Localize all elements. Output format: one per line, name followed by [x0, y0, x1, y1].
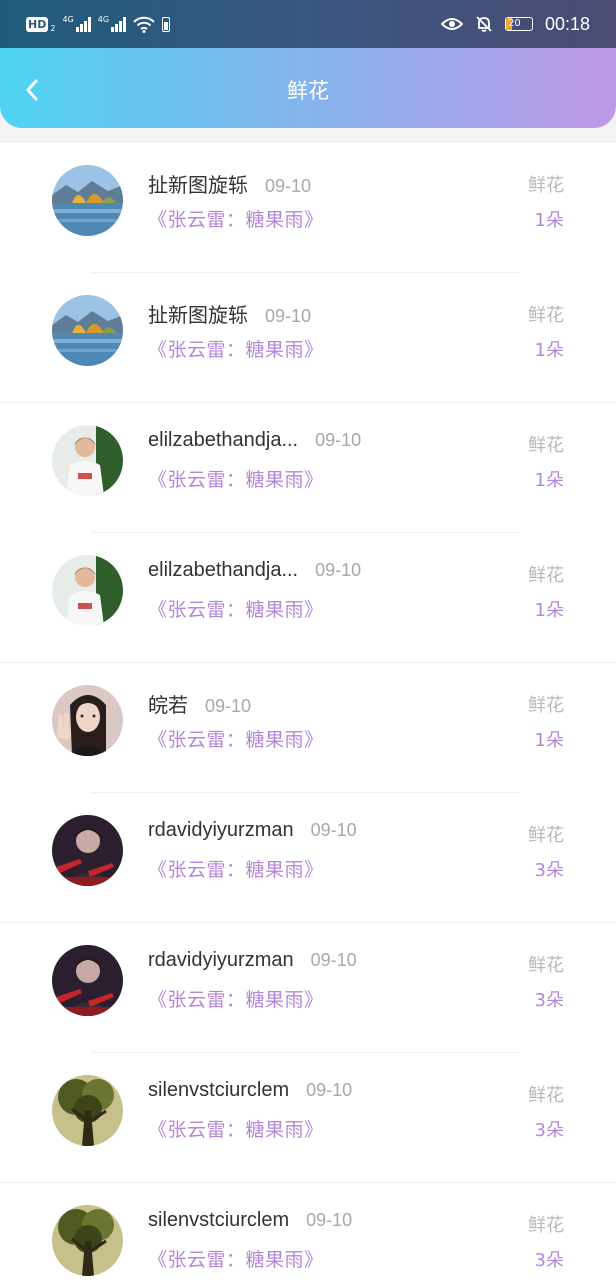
name-line: 扯新图旋轹 09-10: [148, 299, 311, 328]
gift-type-label: 鲜花: [528, 825, 564, 846]
gift-count: 3朵: [534, 1250, 564, 1271]
gift-type-label: 鲜花: [528, 565, 564, 586]
signal-icon: [75, 16, 91, 32]
eye-icon: [440, 18, 463, 30]
avatar[interactable]: [52, 945, 123, 1016]
gift-type-label: 鲜花: [528, 1215, 564, 1236]
gift-type-label: 鲜花: [528, 955, 564, 976]
list-item[interactable]: silenvstciurclem 09-10 《张云雷：糖果雨》 鲜花 3朵: [0, 1053, 616, 1183]
name-line: silenvstciurclem 09-10: [148, 1079, 352, 1102]
avatar[interactable]: [52, 685, 123, 756]
avatar[interactable]: [52, 1075, 123, 1146]
gift-count: 3朵: [534, 990, 564, 1011]
avatar[interactable]: [52, 425, 123, 496]
avatar[interactable]: [52, 815, 123, 886]
gift-count: 1朵: [534, 730, 564, 751]
list-item[interactable]: elilzabethandja... 09-10 《张云雷：糖果雨》 鲜花 1朵: [0, 533, 616, 663]
list-item[interactable]: rdavidyiyurzman 09-10 《张云雷：糖果雨》 鲜花 3朵: [0, 793, 616, 923]
clock: 00:18: [544, 13, 590, 34]
gift-count: 3朵: [534, 1120, 564, 1141]
book-title[interactable]: 《张云雷：糖果雨》: [148, 335, 324, 362]
gift-type-label: 鲜花: [528, 695, 564, 716]
list-item[interactable]: elilzabethandja... 09-10 《张云雷：糖果雨》 鲜花 1朵: [0, 403, 616, 533]
username[interactable]: silenvstciurclem: [148, 1079, 289, 1102]
battery-icon: 20: [504, 17, 533, 31]
gift-count: 3朵: [534, 860, 564, 881]
username[interactable]: rdavidyiyurzman: [148, 819, 294, 842]
book-title[interactable]: 《张云雷：糖果雨》: [148, 465, 324, 492]
name-line: rdavidyiyurzman 09-10: [148, 949, 357, 972]
book-title[interactable]: 《张云雷：糖果雨》: [148, 725, 324, 752]
list-item[interactable]: rdavidyiyurzman 09-10 《张云雷：糖果雨》 鲜花 3朵: [0, 923, 616, 1053]
name-line: rdavidyiyurzman 09-10: [148, 819, 357, 842]
book-title[interactable]: 《张云雷：糖果雨》: [148, 1115, 324, 1142]
book-title[interactable]: 《张云雷：糖果雨》: [148, 985, 324, 1012]
username[interactable]: silenvstciurclem: [148, 1209, 289, 1232]
gift-count: 1朵: [534, 340, 564, 361]
battery-level: 20: [507, 18, 521, 29]
gift-date: 09-10: [315, 430, 362, 450]
list-item[interactable]: 皖若 09-10 《张云雷：糖果雨》 鲜花 1朵: [0, 663, 616, 793]
gift-count: 1朵: [534, 210, 564, 231]
username[interactable]: elilzabethandja...: [148, 429, 298, 452]
gift-date: 09-10: [310, 820, 357, 840]
nav-bar: 鲜花: [0, 48, 616, 128]
gift-date: 09-10: [310, 950, 357, 970]
gift-type-label: 鲜花: [528, 305, 564, 326]
gift-date: 09-10: [306, 1080, 353, 1100]
username[interactable]: 扯新图旋轹: [148, 169, 248, 198]
gift-date: 09-10: [315, 560, 362, 580]
username[interactable]: elilzabethandja...: [148, 559, 298, 582]
storage-icon: [162, 16, 171, 32]
gift-date: 09-10: [265, 176, 312, 196]
network-type-2: 4G: [97, 15, 110, 24]
gift-count: 1朵: [534, 470, 564, 491]
avatar[interactable]: [52, 295, 123, 366]
book-title[interactable]: 《张云雷：糖果雨》: [148, 855, 324, 882]
gift-type-label: 鲜花: [528, 1085, 564, 1106]
username[interactable]: 皖若: [148, 689, 188, 718]
list-item[interactable]: 扯新图旋轹 09-10 《张云雷：糖果雨》 鲜花 1朵: [0, 143, 616, 273]
gift-date: 09-10: [306, 1210, 353, 1230]
gift-type-label: 鲜花: [528, 435, 564, 456]
status-bar: HD 2 4G 4G 20 00:18: [0, 0, 616, 48]
status-left: HD 2 4G 4G: [26, 11, 171, 37]
avatar[interactable]: [52, 555, 123, 626]
name-line: elilzabethandja... 09-10: [148, 559, 361, 582]
status-right: 20 00:18: [440, 11, 590, 37]
book-title[interactable]: 《张云雷：糖果雨》: [148, 595, 324, 622]
network-type-1: 4G: [62, 15, 74, 24]
hd-sub-label: 2: [50, 23, 56, 33]
name-line: 皖若 09-10: [148, 689, 251, 718]
page-title: 鲜花: [287, 79, 329, 103]
signal-icon-2: [111, 16, 127, 32]
gift-date: 09-10: [205, 696, 252, 716]
name-line: silenvstciurclem 09-10: [148, 1209, 352, 1232]
flower-gift-list: 扯新图旋轹 09-10 《张云雷：糖果雨》 鲜花 1朵 扯新图旋轹 09-10 …: [0, 143, 616, 1280]
book-title[interactable]: 《张云雷：糖果雨》: [148, 1245, 324, 1272]
gift-date: 09-10: [265, 306, 312, 326]
wifi-icon: [133, 16, 155, 33]
gift-type-label: 鲜花: [528, 175, 564, 196]
name-line: elilzabethandja... 09-10: [148, 429, 361, 452]
list-item[interactable]: 扯新图旋轹 09-10 《张云雷：糖果雨》 鲜花 1朵: [0, 273, 616, 403]
username[interactable]: rdavidyiyurzman: [148, 949, 294, 972]
avatar[interactable]: [52, 165, 123, 236]
gift-count: 1朵: [534, 600, 564, 621]
name-line: 扯新图旋轹 09-10: [148, 169, 311, 198]
book-title[interactable]: 《张云雷：糖果雨》: [148, 205, 324, 232]
bell-off-icon: [476, 16, 492, 32]
avatar[interactable]: [52, 1205, 123, 1276]
username[interactable]: 扯新图旋轹: [148, 299, 248, 328]
hd-badge: HD: [26, 16, 49, 32]
app-header: HD 2 4G 4G 20 00:18 鲜花: [0, 0, 616, 128]
list-item[interactable]: silenvstciurclem 09-10 《张云雷：糖果雨》 鲜花 3朵: [0, 1183, 616, 1280]
